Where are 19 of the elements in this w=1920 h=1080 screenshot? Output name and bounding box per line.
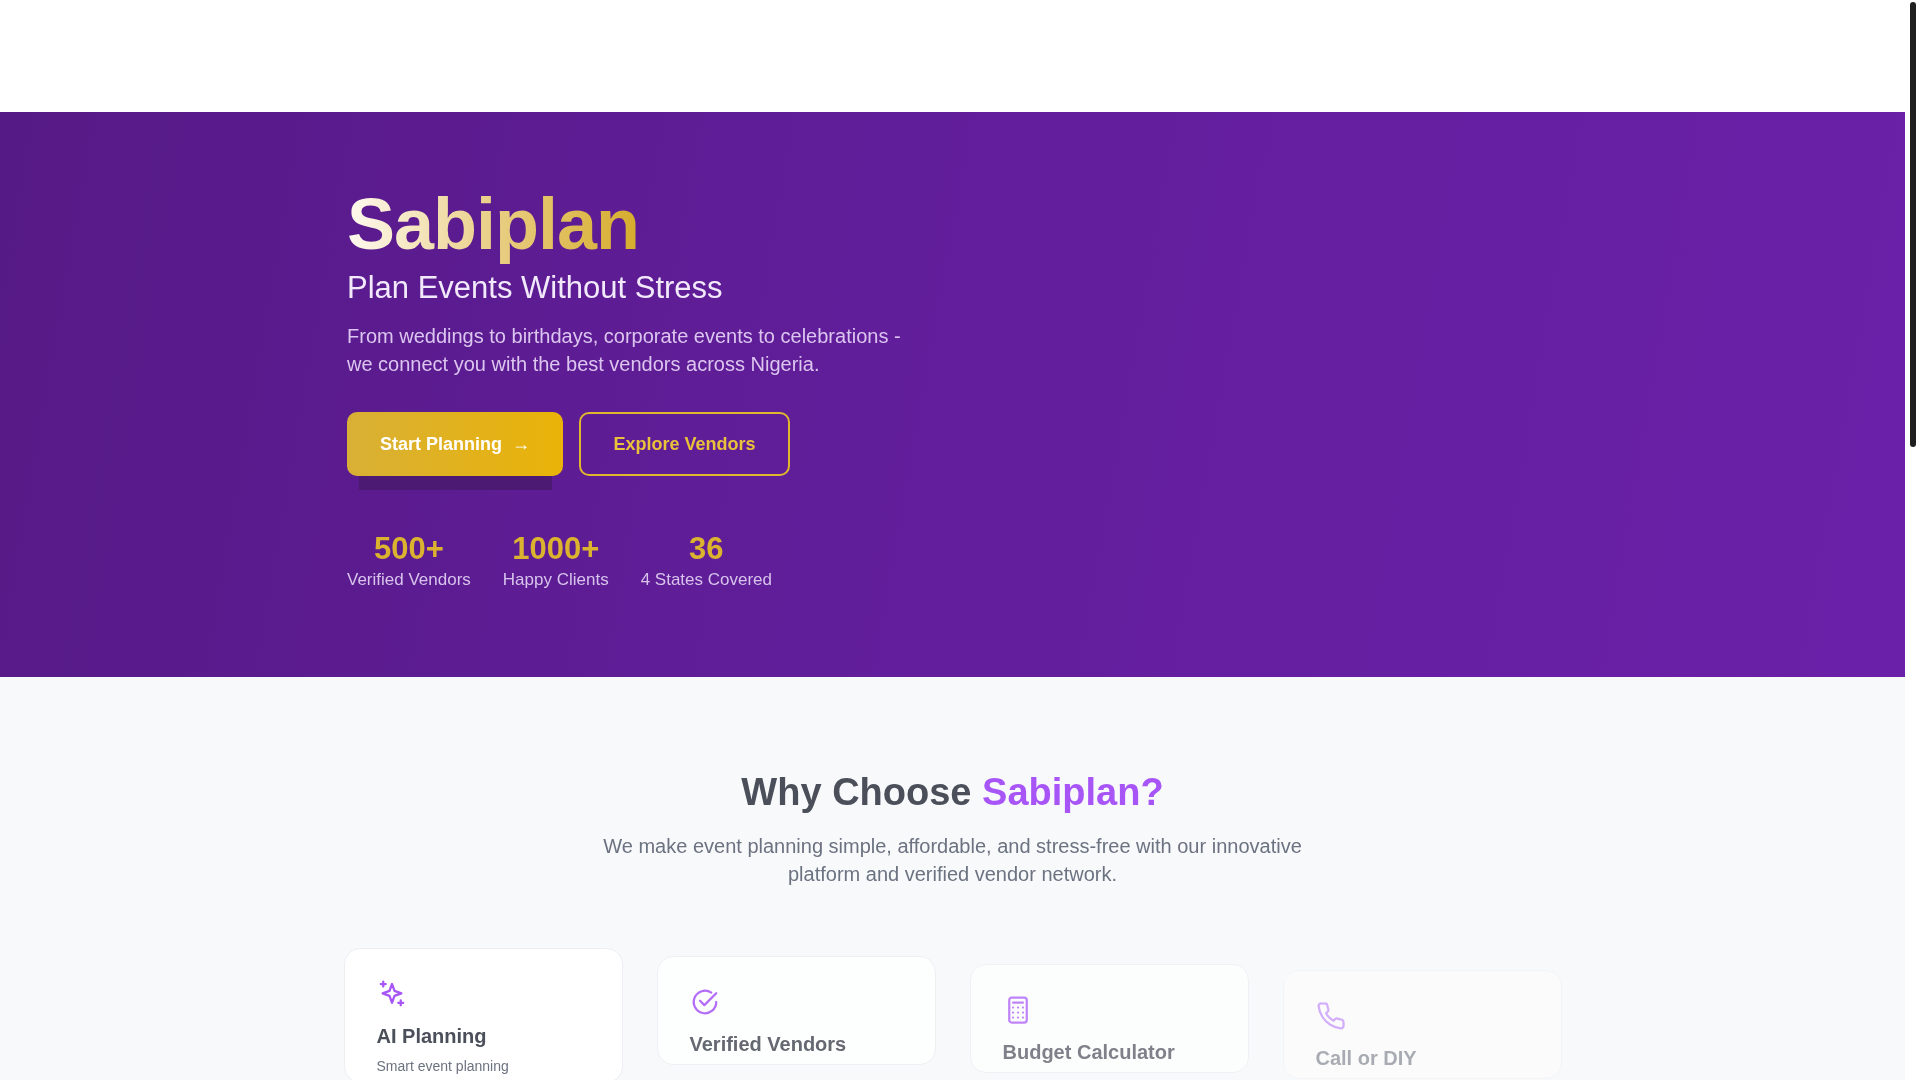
section-heading: Why Choose Sabiplan? xyxy=(741,771,1164,814)
stat-label: Happy Clients xyxy=(502,570,609,590)
card-title: Call or DIY xyxy=(1315,1047,1418,1070)
card-title: Verified Vendors xyxy=(689,1033,848,1056)
stat-value: 1000+ xyxy=(512,530,600,568)
card-text: Smart event planning xyxy=(376,1058,510,1074)
arrow-icon: → xyxy=(512,433,530,455)
stat-value: 36 xyxy=(689,530,724,568)
phone-icon xyxy=(1315,1001,1346,1031)
hero-tagline: Plan Events Without Stress xyxy=(347,270,724,306)
scrollbar-thumb[interactable] xyxy=(1909,2,1916,447)
stat-label: 4 States Covered xyxy=(640,570,772,590)
explore-vendors-button[interactable]: Explore Vendors xyxy=(579,412,790,476)
stat-value: 500+ xyxy=(374,530,444,568)
card-title: Budget Calculator xyxy=(1002,1041,1176,1064)
section-description: We make event planning simple, affordable, and stress-free with our innovative platform and verified vendor network. xyxy=(602,834,1303,887)
stat-label: Verified Vendors xyxy=(347,570,471,590)
hero-description: From weddings to birthdays, corporate events to celebrations - we connect you with the best vendors across Nigeria. xyxy=(347,324,902,377)
card-title: AI Planning xyxy=(376,1025,488,1048)
